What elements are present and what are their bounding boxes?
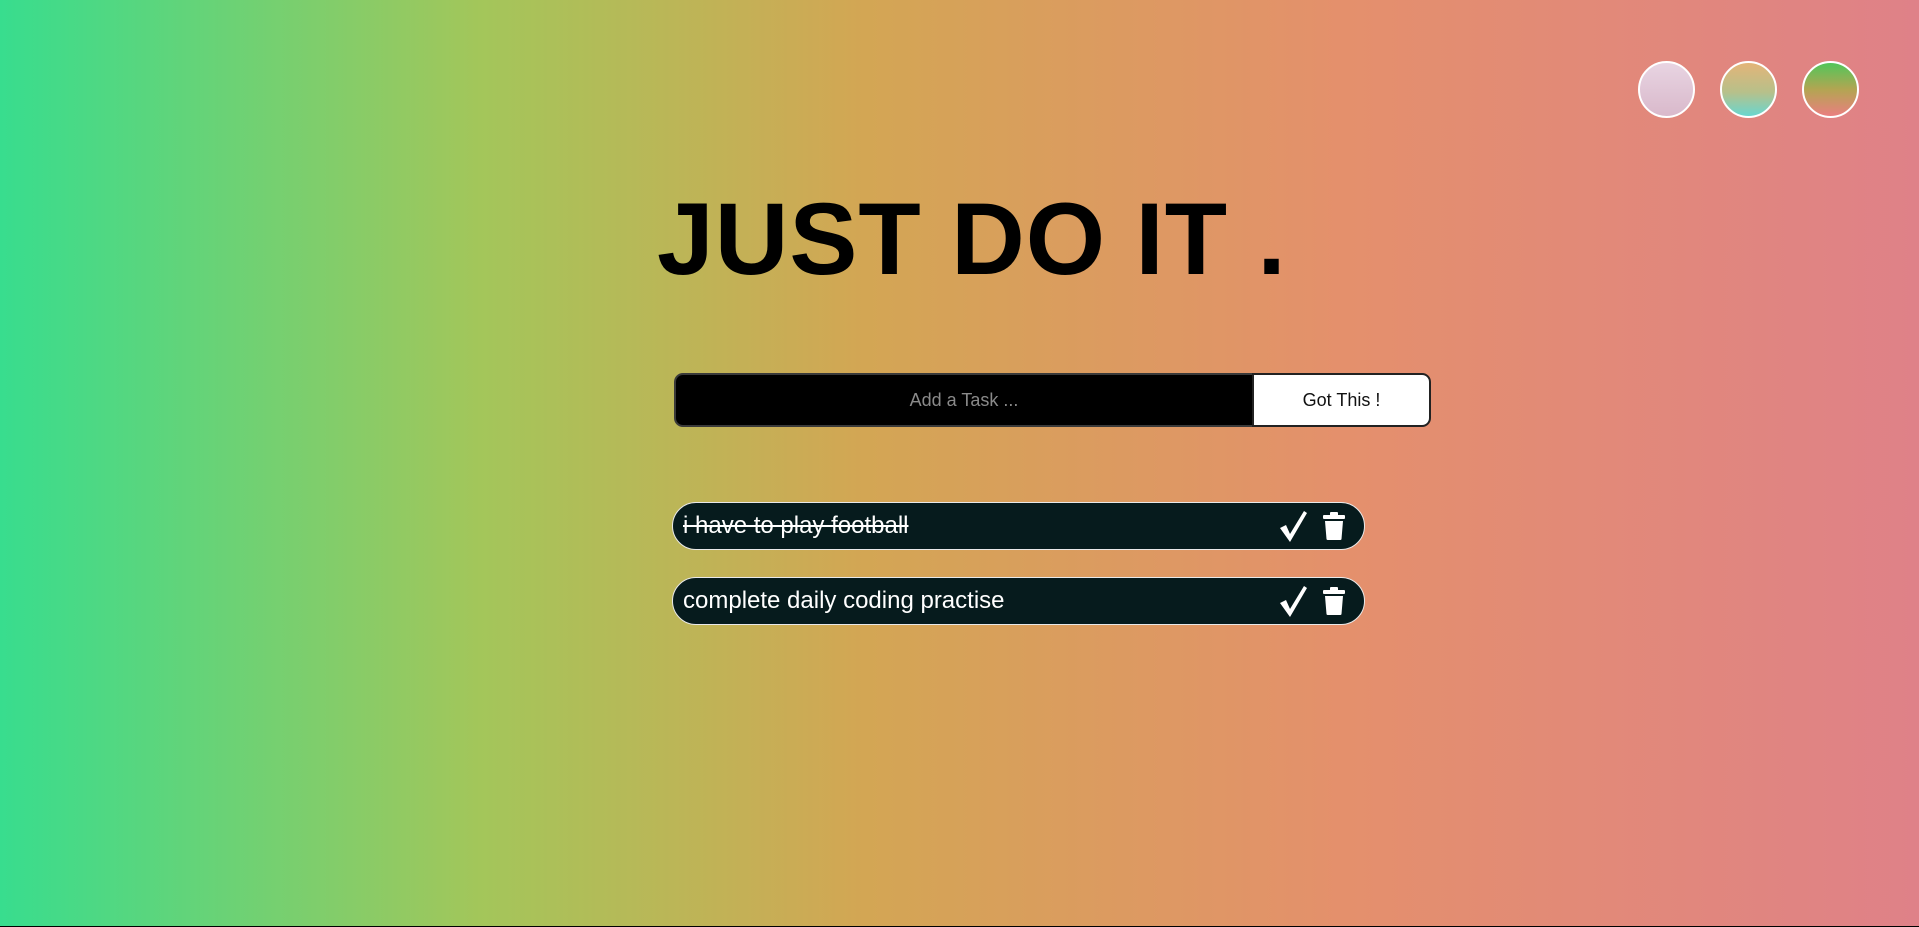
theme-light-button[interactable]	[1638, 61, 1695, 118]
complete-button[interactable]	[1276, 506, 1310, 546]
check-icon	[1280, 586, 1307, 617]
theme-switcher	[1638, 61, 1859, 118]
task-input[interactable]	[674, 373, 1254, 427]
trash-icon	[1323, 587, 1345, 615]
todo-text: i have to play football	[683, 512, 909, 539]
todo-list: i have to play football complete daily c…	[672, 502, 1365, 652]
delete-button[interactable]	[1320, 581, 1348, 621]
trash-icon	[1323, 512, 1345, 540]
add-task-form: Got This !	[674, 373, 1431, 427]
theme-green-rose-button[interactable]	[1802, 61, 1859, 118]
check-icon	[1280, 511, 1307, 542]
page-title: JUST DO IT .	[657, 182, 1287, 296]
add-task-button[interactable]: Got This !	[1252, 373, 1431, 427]
todo-item: i have to play football	[672, 502, 1365, 550]
complete-button[interactable]	[1276, 581, 1310, 621]
theme-sunset-button[interactable]	[1720, 61, 1777, 118]
page-background	[0, 0, 1919, 926]
delete-button[interactable]	[1320, 506, 1348, 546]
todo-item: complete daily coding practise	[672, 577, 1365, 625]
todo-text: complete daily coding practise	[683, 587, 1005, 614]
